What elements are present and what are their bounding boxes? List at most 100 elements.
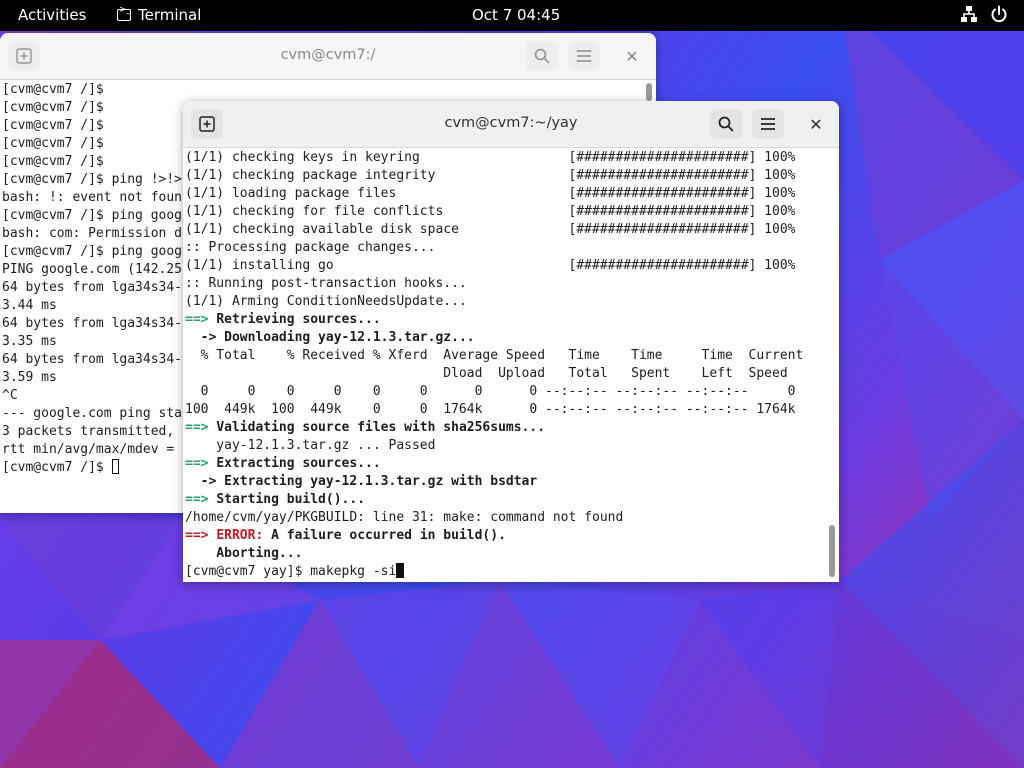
terminal-line-text: /home/cvm/yay/PKGBUILD: line 31: make: c… — [185, 510, 624, 525]
terminal-line-text: [cvm@cvm7 /]$ — [2, 460, 112, 475]
terminal-line: ==> Starting build()... — [185, 491, 803, 509]
terminal-line: (1/1) loading package files [###########… — [185, 185, 803, 203]
terminal-line: % Total % Received % Xferd Average Speed… — [185, 347, 804, 365]
terminal-icon — [117, 5, 131, 21]
terminal-line-text: --- google.com ping sta — [2, 406, 183, 421]
search-button[interactable] — [526, 41, 558, 71]
clock[interactable]: Oct 7 04:45 — [472, 6, 560, 24]
terminal-line: :: Processing package changes... — [185, 239, 803, 257]
terminal-line-text: [cvm@cvm7 /]$ — [2, 118, 104, 133]
terminal-line-text: [cvm@cvm7 /]$ ping goog — [2, 208, 183, 223]
terminal-line-text: Dload Upload Total Spent Left Speed — [185, 366, 788, 381]
terminal-output[interactable]: (1/1) checking keys in keyring [########… — [185, 149, 803, 581]
activities-button[interactable]: Activities — [18, 6, 86, 24]
terminal-line-text: 3.35 ms — [2, 334, 57, 349]
system-tray[interactable] — [960, 5, 1008, 23]
terminal-line: (1/1) installing go [###################… — [185, 257, 803, 275]
terminal-line: (1/1) checking keys in keyring [########… — [185, 149, 803, 167]
power-icon[interactable] — [990, 5, 1008, 23]
terminal-line-text: yay-12.1.3.tar.gz ... Passed — [185, 438, 436, 453]
terminal-line: ==> Retrieving sources... — [185, 311, 803, 329]
terminal-line-text: (1/1) Arming ConditionNeedsUpdate... — [185, 294, 467, 309]
terminal-line: [cvm@cvm7 /]$ ping goog — [2, 207, 182, 225]
terminal-line: (1/1) checking for file conflicts [#####… — [185, 203, 803, 221]
search-button[interactable] — [710, 109, 742, 139]
terminal-line-text: A failure occurred in build(). — [263, 528, 506, 543]
terminal-line-text: ^C — [2, 388, 18, 403]
window-header[interactable]: cvm@cvm7:/ ✕ — [0, 33, 656, 80]
terminal-line: 3.59 ms — [2, 369, 182, 387]
terminal-line-text: rtt min/avg/max/mdev = — [2, 442, 175, 457]
new-tab-icon — [199, 116, 215, 132]
terminal-line: ^C — [2, 387, 182, 405]
terminal-line-prefix: ==> — [185, 528, 217, 543]
terminal-line: ==> Validating source files with sha256s… — [185, 419, 803, 437]
terminal-line: 64 bytes from lga34s34- — [2, 279, 182, 297]
terminal-line-text: PING google.com (142.25 — [2, 262, 183, 277]
terminal-line-prefix: -> — [185, 474, 225, 489]
terminal-line-text: [cvm@cvm7 /]$ — [2, 100, 104, 115]
terminal-line-text: [cvm@cvm7 /]$ — [2, 82, 104, 97]
terminal-line-text: (1/1) checking for file conflicts [#####… — [185, 204, 796, 219]
terminal-line-text: (1/1) checking package integrity [######… — [185, 168, 796, 183]
terminal-line-text: [cvm@cvm7 /]$ ping !>!> — [2, 172, 183, 187]
terminal-line-text: :: Running post-transaction hooks... — [185, 276, 467, 291]
close-icon: ✕ — [809, 114, 823, 134]
terminal-line: --- google.com ping sta — [2, 405, 182, 423]
window-header[interactable]: cvm@cvm7:~/yay ✕ — [183, 101, 839, 148]
terminal-line: [cvm@cvm7 /]$ ping !>!> — [2, 171, 182, 189]
terminal-line-text: % Total % Received % Xferd Average Speed… — [185, 348, 804, 363]
hamburger-icon — [577, 50, 591, 62]
terminal-line-text: Starting build()... — [216, 492, 366, 507]
terminal-line-text: Downloading yay-12.1.3.tar.gz... — [224, 330, 475, 345]
menu-button[interactable] — [568, 41, 600, 71]
terminal-line: [cvm@cvm7 /]$ ping goog — [2, 243, 182, 261]
app-menu[interactable]: Terminal — [117, 5, 202, 24]
terminal-line: PING google.com (142.25 — [2, 261, 182, 279]
new-tab-button[interactable] — [8, 41, 40, 71]
terminal-line-prefix: ==> — [185, 312, 217, 327]
terminal-cursor — [396, 563, 405, 578]
terminal-line-text: :: Processing package changes... — [185, 240, 436, 255]
search-icon — [718, 116, 734, 132]
terminal-line: [cvm@cvm7 /]$ — [2, 459, 182, 477]
terminal-line: bash: !: event not foun — [2, 189, 182, 207]
scrollbar[interactable] — [829, 525, 835, 577]
terminal-line-text: Retrieving sources... — [216, 312, 381, 327]
terminal-line-text: Extracting yay-12.1.3.tar.gz with bsdtar — [224, 474, 538, 489]
terminal-line-text: 0 0 0 0 0 0 0 0 --:--:-- --:--:-- --:--:… — [185, 384, 796, 399]
terminal-line-text: (1/1) loading package files [###########… — [185, 186, 796, 201]
terminal-line-text: 3.44 ms — [2, 298, 57, 313]
close-button[interactable]: ✕ — [623, 47, 641, 66]
terminal-line: 64 bytes from lga34s34- — [2, 315, 182, 333]
terminal-window-front[interactable]: cvm@cvm7:~/yay ✕ (1/1) checking keys in … — [183, 101, 839, 582]
terminal-cursor — [111, 459, 119, 474]
terminal-line: /home/cvm/yay/PKGBUILD: line 31: make: c… — [185, 509, 803, 527]
terminal-line: [cvm@cvm7 yay]$ makepkg -si — [185, 563, 803, 581]
terminal-line-text: Aborting... — [185, 546, 303, 561]
close-button[interactable]: ✕ — [807, 114, 825, 134]
menu-button[interactable] — [752, 109, 784, 139]
terminal-line-text: 3 packets transmitted, — [2, 424, 175, 439]
terminal-line: -> Extracting yay-12.1.3.tar.gz with bsd… — [185, 473, 803, 491]
search-icon — [534, 48, 550, 64]
terminal-line: 3 packets transmitted, — [2, 423, 182, 441]
terminal-line: 100 449k 100 449k 0 0 1764k 0 --:--:-- -… — [185, 401, 803, 419]
terminal-line: 0 0 0 0 0 0 0 0 --:--:-- --:--:-- --:--:… — [185, 383, 803, 401]
terminal-line-text: 64 bytes from lga34s34- — [2, 352, 183, 367]
new-tab-icon — [16, 48, 32, 64]
terminal-line: [cvm@cvm7 /]$ — [2, 135, 182, 153]
new-tab-button[interactable] — [191, 109, 223, 139]
terminal-output[interactable]: [cvm@cvm7 /]$ [cvm@cvm7 /]$ [cvm@cvm7 /]$ [… — [2, 81, 182, 477]
terminal-line: ==> Extracting sources... — [185, 455, 803, 473]
terminal-line: 3.44 ms — [2, 297, 182, 315]
terminal-line: [cvm@cvm7 /]$ — [2, 81, 182, 99]
app-name: Terminal — [138, 6, 202, 24]
terminal-line-text: (1/1) installing go [###################… — [185, 258, 796, 273]
terminal-line-text: [cvm@cvm7 /]$ — [2, 154, 104, 169]
scrollbar[interactable] — [646, 83, 652, 101]
terminal-line: (1/1) checking package integrity [######… — [185, 167, 803, 185]
terminal-line-text: (1/1) checking keys in keyring [########… — [185, 150, 796, 165]
network-icon[interactable] — [960, 5, 978, 23]
terminal-line-text: [cvm@cvm7 yay]$ makepkg -si — [185, 564, 397, 579]
